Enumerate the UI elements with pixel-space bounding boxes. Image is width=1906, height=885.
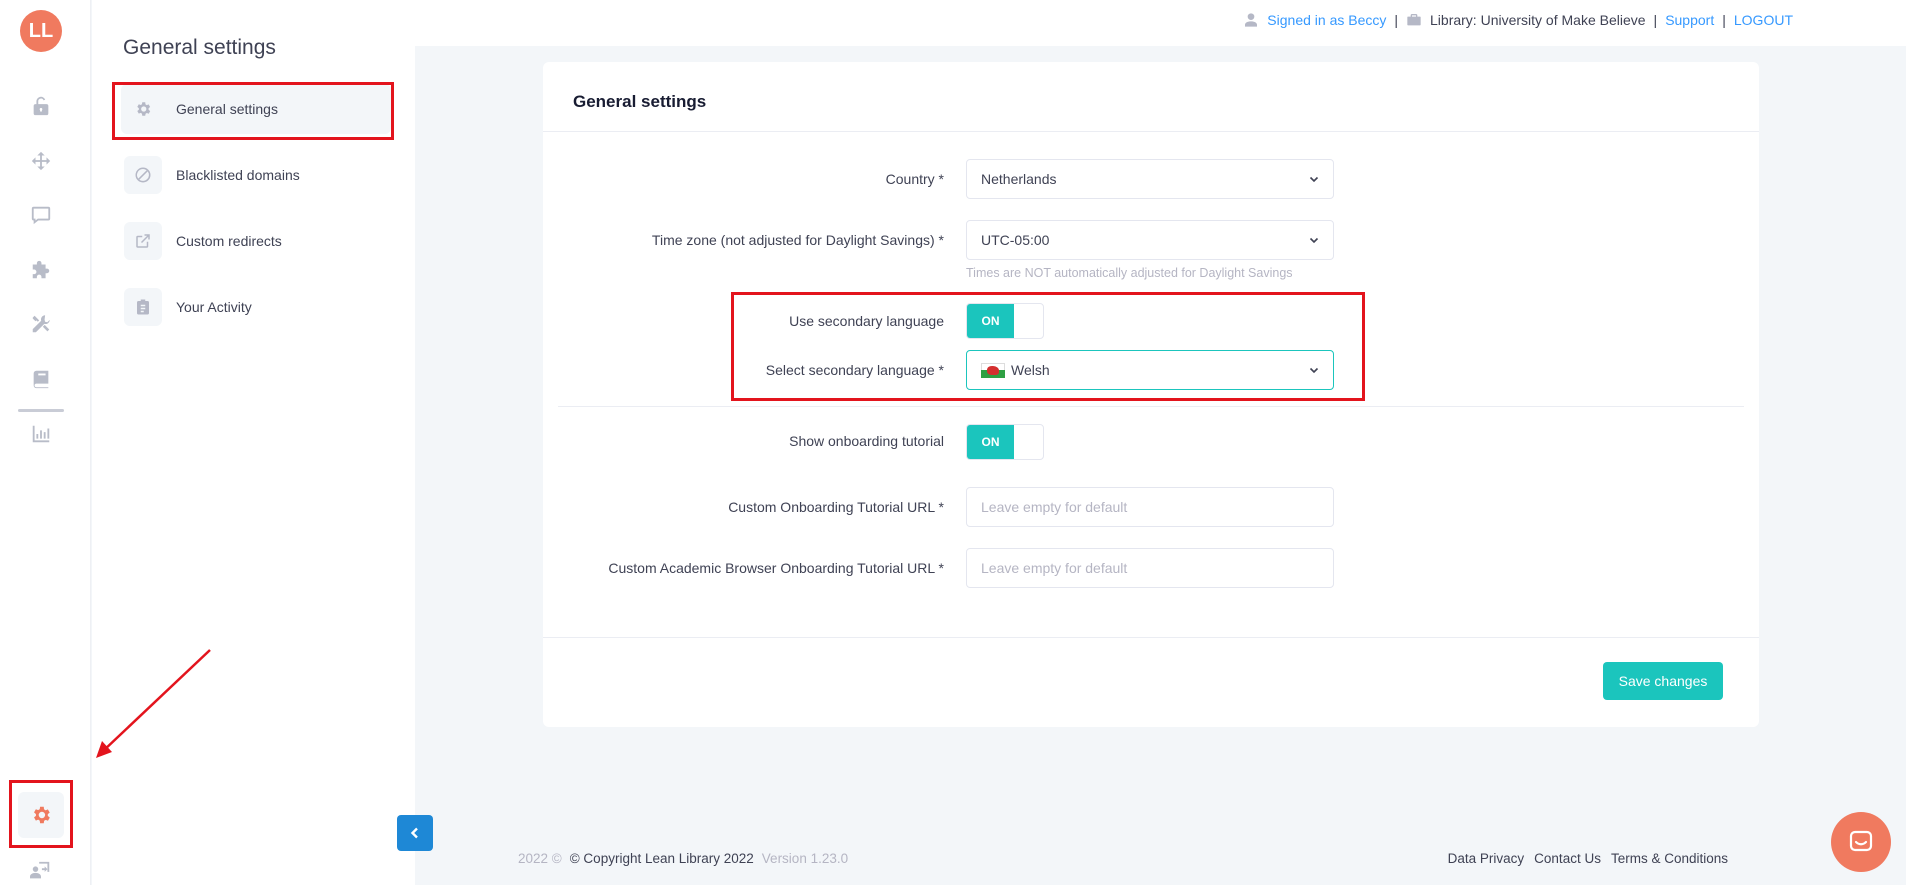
puzzle-icon[interactable] xyxy=(25,254,57,286)
topbar-user-info: Signed in as Beccy | Library: University… xyxy=(1243,12,1793,28)
comment-icon[interactable] xyxy=(25,199,57,231)
logout-link[interactable]: LOGOUT xyxy=(1734,12,1793,28)
sidebar-item-label: General settings xyxy=(176,101,278,117)
sidebar-item-label: Blacklisted domains xyxy=(176,167,300,183)
toggle-on-label: ON xyxy=(967,304,1014,338)
clipboard-icon xyxy=(124,288,162,326)
secondary-language-label: Use secondary language xyxy=(789,313,944,329)
chevron-left-icon xyxy=(410,827,418,839)
library-name: Library: University of Make Believe xyxy=(1430,12,1646,28)
sidebar-item-label: Custom redirects xyxy=(176,233,282,249)
contact-us-link[interactable]: Contact Us xyxy=(1534,851,1601,866)
settings-sidebar: General settings General settings Blackl… xyxy=(92,0,415,885)
separator: | xyxy=(1722,12,1726,28)
tools-icon[interactable] xyxy=(25,308,57,340)
rail-settings-button[interactable] xyxy=(18,792,64,838)
card-title: General settings xyxy=(543,62,1759,132)
language-select-wrapper: Welsh xyxy=(966,350,1334,390)
footer-copyright: 2022 © © Copyright Lean Library 2022 Ver… xyxy=(518,851,848,866)
academic-url-label: Custom Academic Browser Onboarding Tutor… xyxy=(608,560,944,576)
briefcase-icon xyxy=(1407,14,1421,26)
toggle-on-label: ON xyxy=(967,425,1014,459)
country-select-wrapper: Netherlands xyxy=(966,159,1334,199)
chat-launcher-button[interactable] xyxy=(1831,812,1891,872)
sidebar-item-blacklisted-domains[interactable]: Blacklisted domains xyxy=(121,150,391,200)
rail-separator xyxy=(18,409,64,412)
onboarding-label: Show onboarding tutorial xyxy=(789,433,944,449)
books-icon[interactable] xyxy=(25,363,57,395)
secondary-language-toggle-wrapper: ON xyxy=(966,303,1334,339)
onboarding-toggle-wrapper: ON xyxy=(966,424,1334,460)
gear-icon xyxy=(34,806,50,824)
chevron-down-icon xyxy=(1309,237,1319,244)
bar-chart-icon[interactable] xyxy=(25,418,57,450)
timezone-hint: Times are NOT automatically adjusted for… xyxy=(966,266,1293,280)
collapse-sidebar-button[interactable] xyxy=(397,815,433,851)
footer-version: Version 1.23.0 xyxy=(761,851,849,866)
sidebar-item-your-activity[interactable]: Your Activity xyxy=(121,282,391,332)
move-arrows-icon[interactable] xyxy=(25,145,57,177)
welsh-flag-icon xyxy=(981,363,1005,379)
separator: | xyxy=(1653,12,1658,28)
onboarding-url-input[interactable] xyxy=(966,487,1334,527)
onboarding-url-wrapper xyxy=(966,487,1334,527)
icon-rail: LL xyxy=(0,0,91,885)
language-value-wrapper: Welsh xyxy=(981,362,1050,379)
timezone-select[interactable]: UTC-05:00 xyxy=(966,220,1334,260)
support-link[interactable]: Support xyxy=(1665,12,1714,28)
user-switch-icon[interactable] xyxy=(25,855,57,885)
footer-year: 2022 © xyxy=(518,851,562,866)
academic-url-wrapper xyxy=(966,548,1334,588)
external-link-icon xyxy=(124,222,162,260)
sidebar-item-custom-redirects[interactable]: Custom redirects xyxy=(121,216,391,266)
user-icon xyxy=(1245,13,1258,27)
signed-in-link[interactable]: Signed in as Beccy xyxy=(1267,12,1386,28)
timezone-label: Time zone (not adjusted for Daylight Sav… xyxy=(651,232,944,248)
language-select[interactable]: Welsh xyxy=(966,350,1334,390)
country-value: Netherlands xyxy=(981,171,1057,187)
ban-icon xyxy=(124,156,162,194)
chevron-down-icon xyxy=(1309,176,1319,183)
footer-links: Data Privacy Contact Us Terms & Conditio… xyxy=(1448,851,1728,866)
country-select[interactable]: Netherlands xyxy=(966,159,1334,199)
academic-url-input[interactable] xyxy=(966,548,1334,588)
sidebar-item-general-settings[interactable]: General settings xyxy=(121,84,391,134)
chat-icon xyxy=(1849,830,1873,852)
gear-icon xyxy=(124,90,162,128)
language-value: Welsh xyxy=(1011,361,1050,378)
sidebar-title: General settings xyxy=(123,36,276,59)
separator: | xyxy=(1394,12,1399,28)
save-changes-button[interactable]: Save changes xyxy=(1603,662,1723,700)
card-footer-divider xyxy=(543,637,1759,638)
chevron-down-icon xyxy=(1309,367,1319,374)
unlock-icon[interactable] xyxy=(25,90,57,122)
top-bar: Signed in as Beccy | Library: University… xyxy=(415,0,1906,46)
data-privacy-link[interactable]: Data Privacy xyxy=(1448,851,1525,866)
footer-copyright-text: © Copyright Lean Library 2022 xyxy=(569,851,754,866)
select-language-label: Select secondary language * xyxy=(765,362,944,378)
sidebar-item-label: Your Activity xyxy=(176,299,252,315)
timezone-value: UTC-05:00 xyxy=(981,232,1050,248)
terms-link[interactable]: Terms & Conditions xyxy=(1611,851,1728,866)
timezone-select-wrapper: UTC-05:00 xyxy=(966,220,1334,260)
onboarding-url-label: Custom Onboarding Tutorial URL * xyxy=(728,499,944,515)
country-label: Country * xyxy=(885,171,944,187)
settings-card: General settings Country * Netherlands T… xyxy=(543,62,1759,727)
secondary-language-toggle[interactable]: ON xyxy=(966,303,1044,339)
section-divider xyxy=(558,406,1744,407)
app-root: LL General settings General settings Bla… xyxy=(0,0,1906,885)
app-logo[interactable]: LL xyxy=(20,10,62,52)
onboarding-toggle[interactable]: ON xyxy=(966,424,1044,460)
